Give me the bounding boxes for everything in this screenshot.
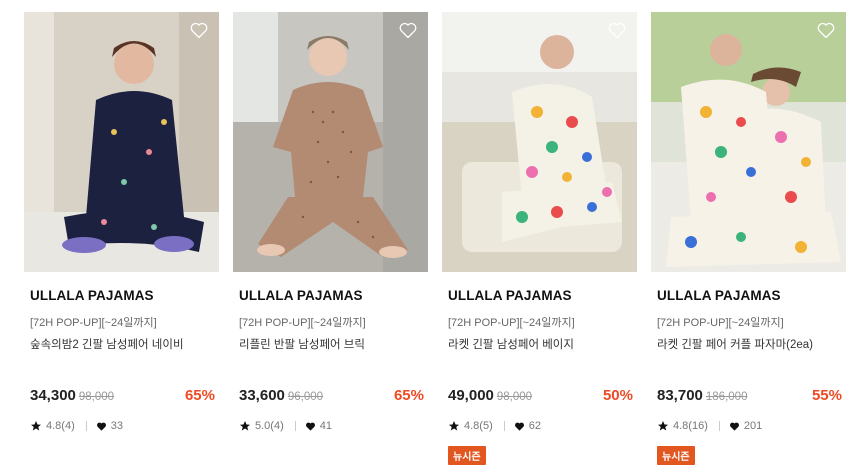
photo-model-navy-longsleeve [24,12,219,272]
product-image[interactable] [233,12,428,272]
product-brand[interactable]: ULLALA PAJAMAS [30,288,154,303]
rating-value: 4.8(4) [46,420,75,432]
new-season-badge: 뉴시즌 [657,446,695,465]
original-price: 186,000 [705,391,748,403]
product-grid: ULLALA PAJAMAS [72H POP-UP][~24일까지] 숲속의밤… [0,0,860,476]
product-image[interactable] [442,12,637,272]
discount-rate: 55% [811,387,842,404]
sale-price: 83,700 [657,387,703,404]
star-icon [449,421,459,431]
photo-model-brick-shortsleeve [233,12,428,272]
product-promo: [72H POP-UP][~24일까지] [239,317,366,329]
wishlist-heart-icon[interactable] [816,20,836,40]
product-promo: [72H POP-UP][~24일까지] [448,317,575,329]
new-season-badge: 뉴시즌 [448,446,486,465]
star-icon [240,421,250,431]
divider [294,421,296,431]
price-row: 33,600 96,000 65% [239,387,424,407]
product-promo: [72H POP-UP][~24일까지] [657,317,784,329]
product-name[interactable]: 라켓 긴팔 페어 커플 파자마(2ea) [657,336,813,352]
product-card[interactable]: ULLALA PAJAMAS [72H POP-UP][~24일까지] 숲속의밤… [24,12,219,472]
product-meta: 4.8(16) 201 [657,420,762,432]
discount-rate: 50% [602,387,633,404]
product-brand[interactable]: ULLALA PAJAMAS [239,288,363,303]
photo-model-colorful-longsleeve [442,12,637,272]
sale-price: 49,000 [448,387,494,404]
product-promo: [72H POP-UP][~24일까지] [30,317,157,329]
star-icon [658,421,668,431]
divider [85,421,87,431]
likes-count: 41 [319,420,332,432]
star-icon [31,421,41,431]
product-brand[interactable]: ULLALA PAJAMAS [657,288,781,303]
sale-price: 33,600 [239,387,285,404]
product-brand[interactable]: ULLALA PAJAMAS [448,288,572,303]
heart-icon [96,422,106,431]
original-price: 98,000 [78,391,115,403]
product-image[interactable] [651,12,846,272]
product-name[interactable]: 숲속의밤2 긴팔 남성페어 네이비 [30,336,184,352]
price-row: 34,300 98,000 65% [30,387,215,407]
product-card[interactable]: ULLALA PAJAMAS [72H POP-UP][~24일까지] 라켓 긴… [651,12,846,472]
discount-rate: 65% [184,387,215,404]
photo-couple-colorful [651,12,846,272]
likes-count: 201 [743,420,763,432]
wishlist-heart-icon[interactable] [398,20,418,40]
original-price: 98,000 [496,391,533,403]
original-price: 96,000 [287,391,324,403]
rating-value: 4.8(5) [464,420,493,432]
divider [503,421,505,431]
rating-value: 4.8(16) [673,420,708,432]
divider [718,421,720,431]
sale-price: 34,300 [30,387,76,404]
product-card[interactable]: ULLALA PAJAMAS [72H POP-UP][~24일까지] 리플린 … [233,12,428,472]
discount-rate: 65% [393,387,424,404]
price-row: 83,700 186,000 55% [657,387,842,407]
price-row: 49,000 98,000 50% [448,387,633,407]
product-meta: 4.8(4) 33 [30,420,123,432]
wishlist-heart-icon[interactable] [607,20,627,40]
product-meta: 4.8(5) 62 [448,420,541,432]
heart-icon [305,422,315,431]
product-name[interactable]: 라켓 긴팔 남성페어 베이지 [448,336,574,352]
product-card[interactable]: ULLALA PAJAMAS [72H POP-UP][~24일까지] 라켓 긴… [442,12,637,472]
wishlist-heart-icon[interactable] [189,20,209,40]
rating-value: 5.0(4) [255,420,284,432]
likes-count: 33 [110,420,123,432]
product-image[interactable] [24,12,219,272]
product-name[interactable]: 리플린 반팔 남성페어 브릭 [239,336,365,352]
likes-count: 62 [528,420,541,432]
product-meta: 5.0(4) 41 [239,420,332,432]
heart-icon [729,422,739,431]
heart-icon [514,422,524,431]
